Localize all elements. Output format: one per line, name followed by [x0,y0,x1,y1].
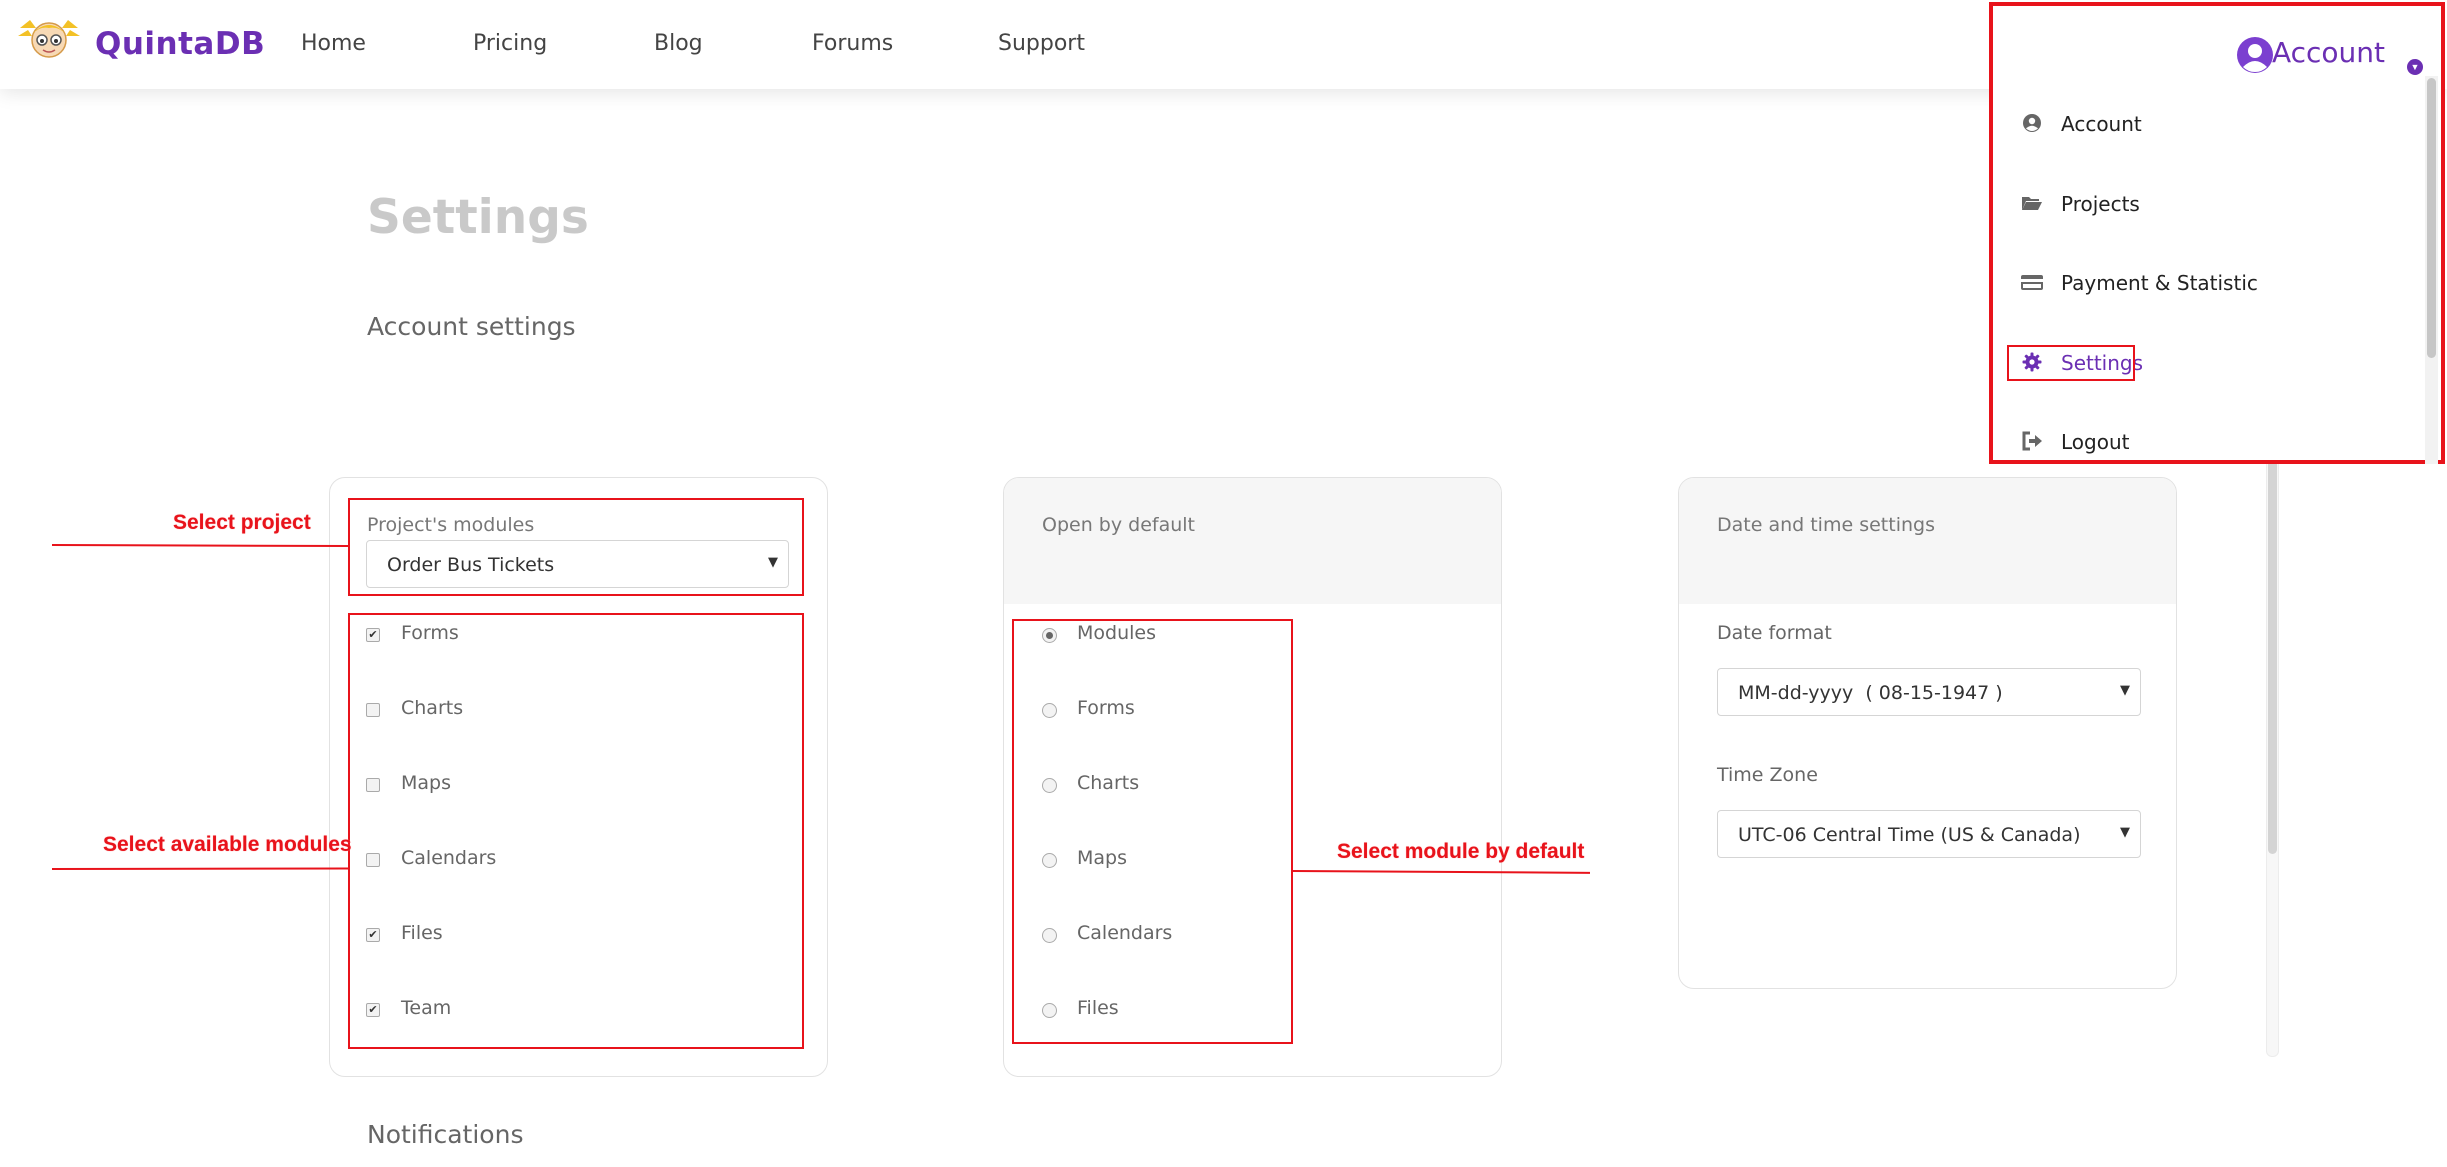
folder-open-icon [2022,197,2042,210]
date-format-select[interactable]: MM-dd-yyyy ( 08-15-1947 ) ▼ [1717,668,2141,716]
annotation-box-default [1012,619,1293,1044]
open-by-default-label: Open by default [1042,514,1195,536]
chevron-down-icon: ▼ [2120,825,2130,840]
nav-support-link[interactable]: Support [998,31,1085,56]
settings-page: QuintaDB Home Pricing Blog Forums Suppor… [0,0,2447,1167]
annotation-select-default: Select module by default [1337,840,1585,863]
annotation-line-project [51,544,349,548]
sign-out-icon [2022,431,2042,451]
time-zone-select[interactable]: UTC-06 Central Time (US & Canada) ▼ [1717,810,2141,858]
menu-item-account[interactable]: Account [2021,108,2361,142]
date-time-label: Date and time settings [1717,514,1935,536]
chevron-down-icon[interactable]: ▼ [2407,59,2423,75]
chevron-down-icon: ▼ [2120,683,2130,698]
menu-item-logout[interactable]: Logout [2021,426,2361,460]
annotation-box-settings [2007,345,2135,381]
avatar-icon[interactable] [2236,36,2274,74]
credit-card-icon [2021,275,2043,290]
nav-forums-link[interactable]: Forums [812,31,893,56]
user-circle-icon [2023,114,2041,132]
menu-item-projects[interactable]: Projects [2021,188,2361,222]
notifications-heading: Notifications [367,1120,524,1149]
account-dropdown-menu: Account ▼ Account Projects Payment & Sta… [1989,2,2445,464]
page-title: Settings [367,190,589,245]
annotation-select-project: Select project [173,511,311,534]
brand-name[interactable]: QuintaDB [95,26,265,62]
time-zone-value: UTC-06 Central Time (US & Canada) [1738,824,2081,846]
menu-item-payment[interactable]: Payment & Statistic [2021,267,2361,301]
time-zone-label: Time Zone [1717,764,1818,786]
date-format-label: Date format [1717,622,1832,644]
dropdown-scrollbar-thumb[interactable] [2427,78,2436,358]
nav-home-link[interactable]: Home [301,31,366,56]
account-settings-heading: Account settings [367,312,576,341]
annotation-box-project [348,498,804,596]
annotation-select-modules: Select available modules [103,833,352,856]
date-format-value: MM-dd-yyyy ( 08-15-1947 ) [1738,682,2003,704]
page-scrollbar-thumb[interactable] [2268,459,2277,854]
nav-pricing-link[interactable]: Pricing [473,31,547,56]
annotation-line-modules [51,867,349,870]
card-header [1679,478,2176,604]
card-header [1004,478,1501,604]
account-menu-trigger[interactable]: Account [2272,36,2385,69]
date-time-card: Date and time settings Date format MM-dd… [1678,477,2177,989]
mascot-logo-icon[interactable] [14,14,84,62]
annotation-box-modules [348,613,804,1049]
nav-blog-link[interactable]: Blog [654,31,703,56]
